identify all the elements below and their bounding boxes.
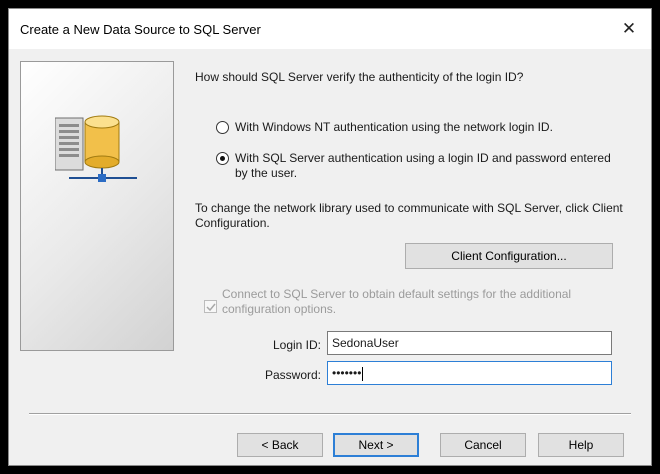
radio-windows-auth[interactable]: With Windows NT authentication using the… <box>216 120 616 135</box>
radio-windows-auth-label: With Windows NT authentication using the… <box>235 120 553 134</box>
connect-checkbox[interactable] <box>204 300 217 313</box>
radio-button-selected[interactable] <box>216 152 229 165</box>
checkmark-icon <box>206 303 216 312</box>
wizard-side-panel <box>20 61 174 351</box>
radio-button[interactable] <box>216 121 229 134</box>
next-button[interactable]: Next > <box>333 433 419 457</box>
title-bar: Create a New Data Source to SQL Server ✕ <box>9 9 651 49</box>
close-icon: ✕ <box>621 19 637 38</box>
client-configuration-button[interactable]: Client Configuration... <box>405 243 613 269</box>
login-id-input[interactable]: SedonaUser <box>327 331 612 355</box>
window-title: Create a New Data Source to SQL Server <box>20 22 261 37</box>
dialog-window: Create a New Data Source to SQL Server ✕… <box>8 8 652 466</box>
separator <box>29 413 631 415</box>
server-database-icon <box>55 115 137 182</box>
login-id-label: Login ID: <box>272 338 321 352</box>
back-button[interactable]: < Back <box>237 433 323 457</box>
password-input[interactable]: ••••••• <box>327 361 612 385</box>
network-library-text: To change the network library used to co… <box>195 201 623 230</box>
radio-sql-auth-label: With SQL Server authentication using a l… <box>235 151 611 180</box>
help-button[interactable]: Help <box>538 433 624 457</box>
auth-question: How should SQL Server verify the authent… <box>195 70 524 84</box>
radio-sql-auth[interactable]: With SQL Server authentication using a l… <box>216 151 616 181</box>
cancel-button[interactable]: Cancel <box>440 433 526 457</box>
password-mask: ••••••• <box>332 366 362 380</box>
text-caret <box>362 366 364 381</box>
password-label: Password: <box>264 368 321 382</box>
close-button[interactable]: ✕ <box>607 9 651 49</box>
connect-checkbox-label: Connect to SQL Server to obtain default … <box>222 287 572 316</box>
